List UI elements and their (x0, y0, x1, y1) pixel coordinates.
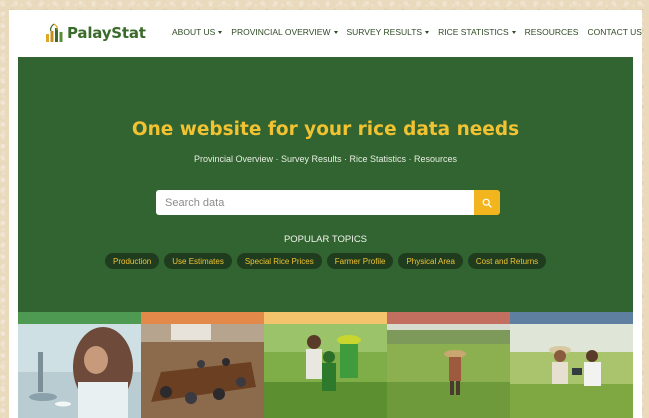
hero-title: One website for your rice data needs (131, 119, 520, 140)
nav-item-rice-statistics[interactable]: RICE STATISTICS (438, 27, 516, 37)
caret-down-icon (333, 30, 338, 34)
nav-item-label: CONTACT US (587, 27, 642, 37)
topic-chip-physical-area[interactable]: Physical Area (398, 253, 463, 269)
topic-chip-use-estimates[interactable]: Use Estimates (164, 253, 232, 269)
photo-color-stripe (18, 312, 141, 324)
search-button[interactable] (474, 190, 500, 215)
caret-down-icon (511, 30, 516, 34)
popular-topics-heading: POPULAR TOPICS (283, 234, 368, 245)
photo-rice-farmer (387, 312, 510, 418)
page-frame: PalayStat ABOUT US PROVINCIAL OVERVIEW S… (9, 10, 642, 418)
search-icon (482, 198, 492, 208)
popular-topics-list: Production Use Estimates Special Rice Pr… (105, 253, 547, 269)
nav-item-label: RESOURCES (524, 27, 579, 37)
hero-subtitle: Provincial Overview · Survey Results · R… (193, 154, 458, 164)
nav-item-label: SURVEY RESULTS (346, 27, 423, 37)
nav-item-label: PROVINCIAL OVERVIEW (231, 27, 331, 37)
nav-item-about-us[interactable]: ABOUT US (172, 27, 223, 37)
photo-color-stripe (264, 312, 387, 324)
photo-field-researchers (264, 312, 387, 418)
topic-chip-farmer-profile[interactable]: Farmer Profile (326, 253, 394, 269)
photo-meeting-room (141, 312, 264, 418)
photo-lab-researcher (18, 312, 141, 418)
nav-item-resources[interactable]: RESOURCES (525, 27, 579, 37)
nav-item-label: ABOUT US (172, 27, 216, 37)
photo-color-stripe (141, 312, 264, 324)
brand-logo[interactable]: PalayStat (45, 22, 146, 44)
photo-color-stripe (510, 312, 633, 324)
top-navbar: PalayStat ABOUT US PROVINCIAL OVERVIEW S… (9, 10, 642, 56)
caret-down-icon (218, 30, 223, 34)
main-nav-menu: ABOUT US PROVINCIAL OVERVIEW SURVEY RESU… (172, 27, 649, 37)
nav-item-provincial-overview[interactable]: PROVINCIAL OVERVIEW (231, 27, 338, 37)
nav-item-label: RICE STATISTICS (438, 27, 509, 37)
hero-banner: One website for your rice data needs Pro… (18, 57, 633, 322)
brand-name: PalayStat (67, 24, 146, 42)
topic-chip-special-rice-prices[interactable]: Special Rice Prices (236, 253, 322, 269)
nav-item-survey-results[interactable]: SURVEY RESULTS (347, 27, 430, 37)
topic-chip-cost-and-returns[interactable]: Cost and Returns (467, 253, 547, 269)
photo-strip (18, 312, 633, 418)
photo-color-stripe (387, 312, 510, 324)
search-bar (156, 190, 500, 215)
search-input[interactable] (156, 190, 474, 215)
nav-item-contact-us[interactable]: CONTACT US (587, 27, 641, 37)
topic-chip-production[interactable]: Production (105, 253, 160, 269)
caret-down-icon (425, 30, 430, 34)
rice-plant-bar-chart-icon (46, 23, 63, 42)
photo-field-survey (510, 312, 633, 418)
